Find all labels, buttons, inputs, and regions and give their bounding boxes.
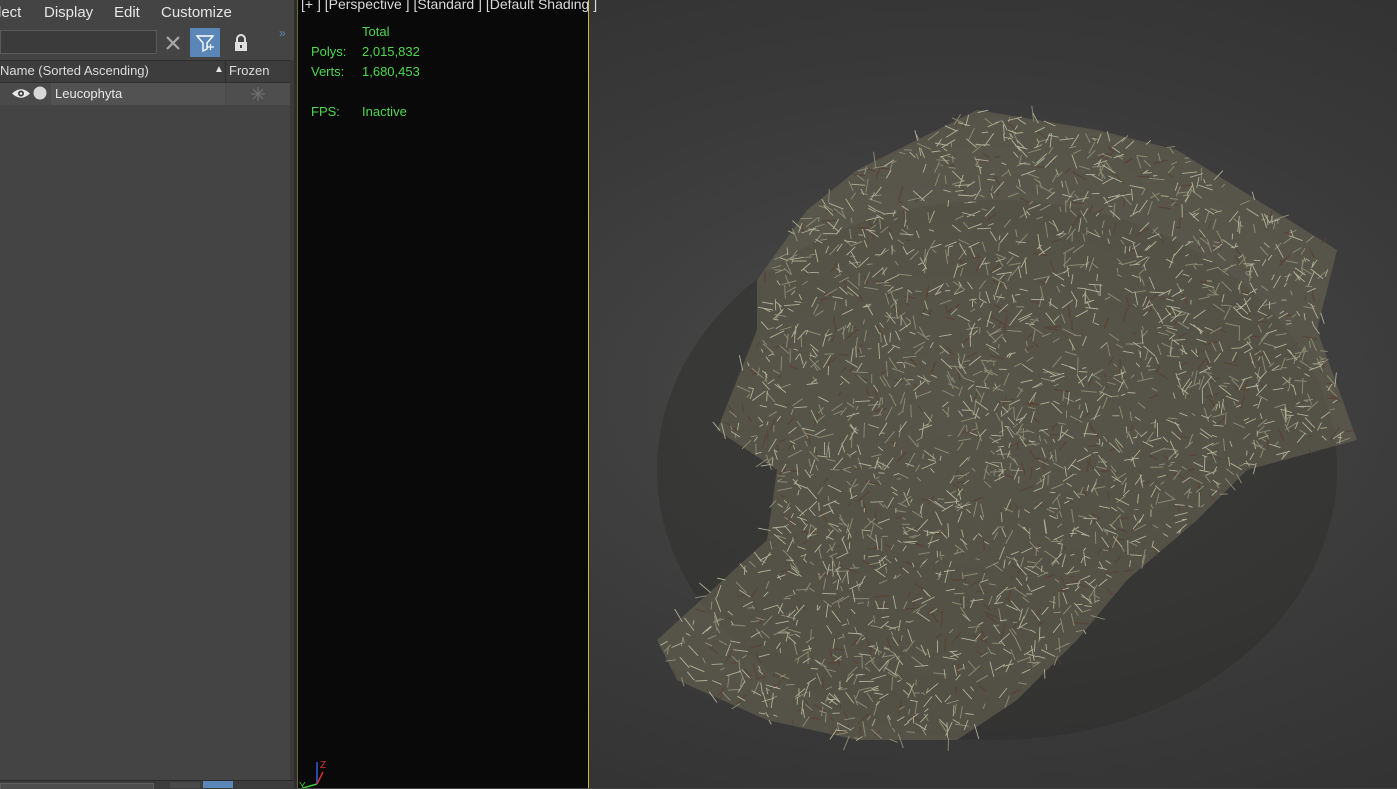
safe-frame-border-left [297,0,298,788]
lock-icon [235,33,247,51]
menu-display[interactable]: Display [44,4,93,21]
row-name-cell[interactable]: Leucophyta [51,83,225,105]
stats-fps-value: Inactive [362,104,407,119]
row-frozen-cell[interactable] [226,83,290,105]
gizmo-y-label: Y [299,781,306,788]
eye-icon[interactable] [11,87,31,100]
explorer-bottom-active-button[interactable] [203,781,233,788]
menu-edit[interactable]: Edit [114,4,140,21]
explorer-bottom-field[interactable] [0,783,154,789]
clear-search-button[interactable] [158,28,188,57]
explorer-search-input[interactable] [0,30,157,54]
axis-gizmo-icon: Z Y [299,760,326,788]
explorer-column-header: Name (Sorted Ascending) ▲ Frozen [0,60,290,83]
menu-select[interactable]: lect [0,4,21,21]
row-label: Leucophyta [55,86,123,101]
close-icon [166,35,180,50]
double-chevron-icon[interactable]: » [279,26,286,40]
explorer-menubar: lect Display Edit Customize [0,0,294,26]
circle-icon[interactable] [33,86,47,100]
filter-icon [195,34,215,52]
column-divider[interactable] [225,61,226,82]
column-frozen-header[interactable]: Frozen [229,63,269,78]
stats-verts-label: Verts: [311,64,345,79]
perspective-viewport[interactable]: [+ ] [Perspective ] [Standard ] [Default… [297,0,1397,788]
lock-selection-button[interactable] [226,28,256,57]
explorer-bottom-button[interactable] [170,782,200,788]
snowflake-icon [251,87,265,101]
filter-toggle-button[interactable] [190,28,220,57]
table-row[interactable]: Leucophyta [0,83,290,105]
scene-explorer-panel: lect Display Edit Customize » Name (Sort… [0,0,294,789]
gizmo-z-label: Z [320,760,326,771]
stats-total-label: Total [362,24,390,39]
safe-frame-mask [297,0,588,788]
column-name-header[interactable]: Name (Sorted Ascending) [0,63,149,78]
stats-verts-value: 1,680,453 [362,64,420,79]
safe-frame-border [588,0,589,788]
menu-customize[interactable]: Customize [161,4,232,21]
sort-ascending-icon: ▲ [214,64,224,75]
stats-polys-value: 2,015,832 [362,44,420,59]
stats-polys-label: Polys: [311,44,347,59]
stats-fps-label: FPS: [311,104,340,119]
viewport-label[interactable]: [+ ] [Perspective ] [Standard ] [Default… [301,0,597,12]
